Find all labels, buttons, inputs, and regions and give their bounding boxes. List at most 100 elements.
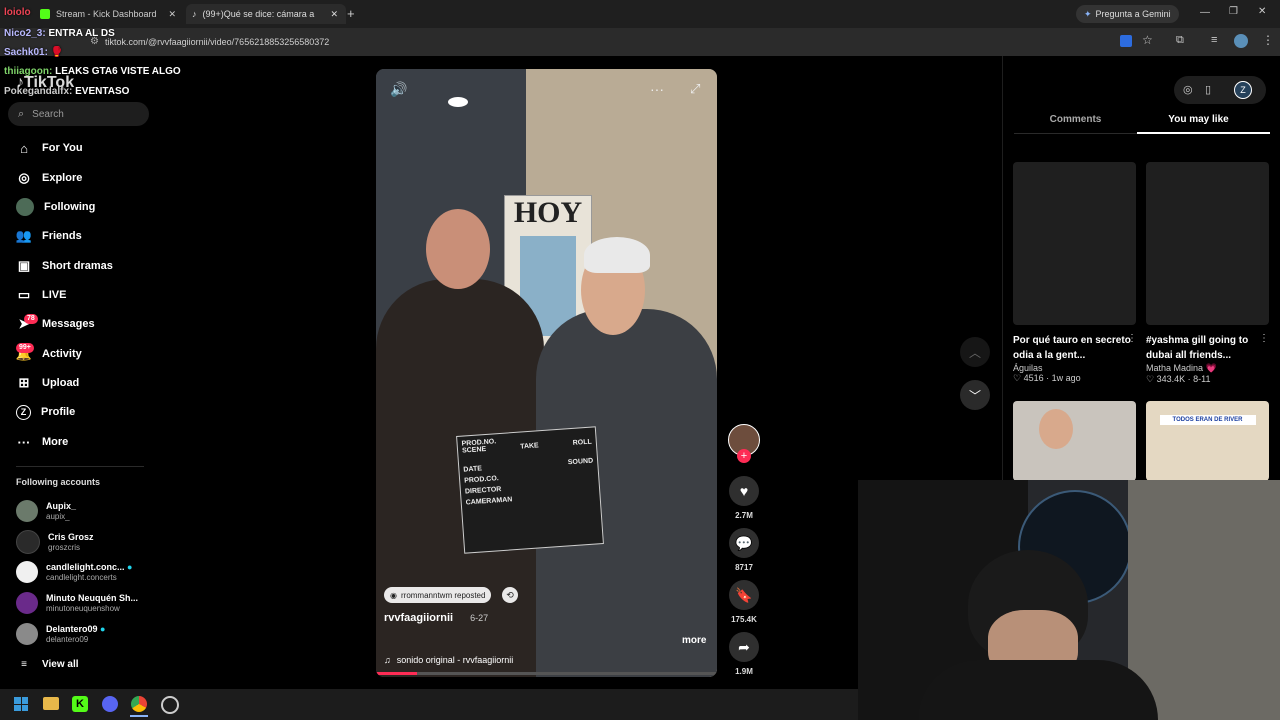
card-date: 1w ago — [1051, 373, 1081, 383]
device-icon[interactable]: ▯ — [1205, 83, 1211, 96]
card-stats: ♡ 4516 · 1w ago — [1013, 373, 1081, 383]
gemini-button[interactable]: ✦ Pregunta a Gemini — [1076, 5, 1179, 23]
tab-you-may-like[interactable]: You may like — [1137, 114, 1260, 125]
follow-plus-icon[interactable]: + — [737, 449, 751, 463]
previous-video-button[interactable]: ︿ — [960, 337, 990, 367]
following-account[interactable]: Delantero09 ● delantero09 — [16, 620, 105, 648]
profile-avatar[interactable] — [1234, 34, 1248, 48]
reading-list-icon[interactable]: ≡ — [1211, 34, 1217, 46]
tab-tiktok[interactable]: ♪ (99+)Qué se dice: cámara a ✕ — [186, 4, 346, 24]
account-handle: delantero09 — [46, 634, 89, 644]
following-account[interactable]: candlelight.conc... ● candlelight.concert… — [16, 558, 132, 586]
share-button[interactable]: ➦ — [729, 632, 759, 662]
recommended-card[interactable]: #yashma gill going to dubai all friends.… — [1146, 333, 1264, 385]
translate-icon[interactable] — [1120, 35, 1132, 47]
view-all-label: View all — [42, 658, 79, 670]
recommended-card[interactable]: Por qué tauro en secreto odia a la gent.… — [1013, 333, 1131, 384]
video-author-line: rvvfaagiiornii 6-27 — [384, 612, 488, 624]
extensions-icon[interactable]: ⧉ — [1176, 34, 1184, 47]
tab-label: Stream - Kick Dashboard — [56, 9, 157, 19]
ceiling-light — [448, 97, 468, 107]
sidebar-item-label: Upload — [42, 377, 80, 389]
profile-icon[interactable]: Z — [1234, 81, 1252, 99]
caption-more-link[interactable]: more — [682, 635, 706, 646]
chat-message: 🥊 — [50, 47, 64, 58]
following-account[interactable]: Minuto Neuquén Sh... minutoneuquenshow — [16, 589, 138, 617]
card-more-icon[interactable]: ⋮ — [1127, 333, 1137, 344]
menu-icon[interactable]: ⋮ — [1262, 33, 1274, 47]
video-player[interactable]: HOY PROD.NO. SCENE TAKE ROLL DATE SOUND PRO… — [376, 69, 717, 677]
sidebar-item-friends[interactable]: 👥 Friends — [16, 224, 82, 248]
music-note-icon: ♫ — [384, 655, 391, 665]
sidebar-item-live[interactable]: ▭ LIVE — [16, 283, 67, 307]
sidebar-item-following[interactable]: Following — [16, 195, 95, 219]
tab-comments[interactable]: Comments — [1014, 114, 1137, 125]
like-button[interactable]: ♥ — [729, 476, 759, 506]
video-thumbnail[interactable] — [1146, 162, 1269, 325]
video-thumbnail[interactable] — [1013, 401, 1136, 481]
sidebar-item-activity[interactable]: 🔔 Activity 99+ — [16, 342, 82, 366]
url-text[interactable]: tiktok.com/@rvvfaagiiornii/video/7656218… — [105, 37, 329, 47]
obs-icon[interactable] — [161, 696, 179, 714]
video-date: 6-27 — [470, 613, 489, 623]
account-handle: candlelight.concerts — [46, 572, 117, 582]
sidebar-item-label: Profile — [41, 406, 76, 418]
bookmark-icon: 🔖 — [735, 586, 753, 603]
sidebar-item-upload[interactable]: ⊞ Upload — [16, 371, 80, 395]
video-thumbnail[interactable]: TODOS ERAN DE RIVER — [1146, 401, 1269, 481]
tiktok-logo[interactable]: ♪TikTok — [16, 74, 74, 92]
avatar — [16, 623, 38, 645]
fullscreen-icon[interactable]: ⤢ — [690, 81, 700, 97]
heart-icon: ♥ — [739, 483, 749, 499]
restore-icon[interactable]: ❐ — [1229, 6, 1238, 17]
tab-active-indicator — [1137, 132, 1270, 134]
following-account[interactable]: Cris Grosz groszcris — [16, 528, 94, 556]
sidebar-item-short-dramas[interactable]: ▣ Short dramas — [16, 254, 113, 278]
comment-button[interactable]: 💬 — [729, 528, 759, 558]
following-account[interactable]: Aupix_ aupix_ — [16, 497, 76, 525]
sidebar-item-for-you[interactable]: ⌂ For You — [16, 136, 82, 160]
file-explorer-icon[interactable] — [43, 697, 59, 710]
sidebar-item-profile[interactable]: Z Profile — [16, 400, 75, 424]
sidebar-item-more[interactable]: ··· More — [16, 430, 69, 454]
like-count: 2.7M — [735, 511, 753, 520]
account-name: candlelight.conc... ● — [46, 562, 132, 573]
next-video-button[interactable]: ﹀ — [960, 380, 990, 410]
compass-icon[interactable]: ◎ — [1183, 83, 1193, 96]
video-author[interactable]: rvvfaagiiornii — [384, 612, 453, 624]
sidebar-item-label: Following — [44, 201, 96, 213]
repost-icon[interactable]: ⟲ — [502, 587, 518, 603]
tiktok-favicon-icon: ♪ — [192, 9, 197, 19]
repost-badge[interactable]: ◉ rrommanntwm reposted — [384, 587, 492, 603]
poster-text: HOY — [513, 196, 583, 229]
sound-label: sonido original - rvvfaagiiornii — [396, 655, 514, 665]
chrome-icon[interactable] — [131, 696, 147, 712]
save-count: 175.4K — [731, 615, 757, 624]
minimize-icon[interactable]: — — [1200, 7, 1210, 18]
close-icon[interactable]: ✕ — [330, 9, 338, 20]
close-icon[interactable]: ✕ — [168, 9, 176, 20]
video-thumbnail[interactable] — [1013, 162, 1136, 325]
view-all-link[interactable]: ≡ View all — [16, 652, 79, 676]
sidebar-item-explore[interactable]: ◎ Explore — [16, 166, 82, 190]
kick-app-icon[interactable]: K — [72, 696, 88, 712]
close-window-icon[interactable]: ✕ — [1258, 6, 1266, 17]
heart-outline-icon: ♡ — [1146, 374, 1155, 384]
save-button[interactable]: 🔖 — [729, 580, 759, 610]
new-tab-icon[interactable]: + — [347, 6, 355, 21]
windows-start-icon[interactable] — [14, 697, 28, 711]
volume-icon[interactable]: 🔊 — [390, 81, 407, 98]
discord-icon[interactable] — [102, 696, 118, 712]
sound-line[interactable]: ♫ sonido original - rvvfaagiiornii — [384, 655, 513, 665]
sidebar-item-messages[interactable]: ➤ Messages 78 — [16, 312, 95, 336]
progress-track[interactable] — [376, 672, 717, 675]
hair-right — [584, 237, 650, 273]
chat-user: loiolo — [4, 7, 31, 18]
sidebar-item-label: Explore — [42, 172, 83, 184]
search-input[interactable]: ⌕ Search — [8, 102, 149, 126]
bookmark-star-icon[interactable]: ☆ — [1142, 33, 1153, 47]
chat-message: ENTRA AL DS — [48, 28, 115, 39]
chevron-down-icon: ﹀ — [968, 388, 981, 403]
more-options-icon[interactable]: ··· — [650, 81, 664, 97]
card-more-icon[interactable]: ⋮ — [1259, 333, 1269, 344]
